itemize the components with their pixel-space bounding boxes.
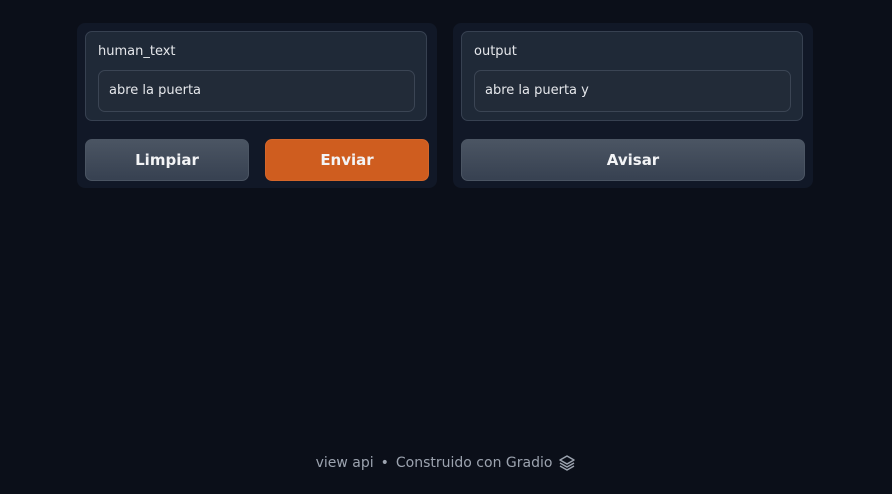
footer-separator: • <box>380 455 389 471</box>
built-with-gradio-link[interactable]: Construido con Gradio <box>396 455 553 471</box>
input-panel: human_text abre la puerta Limpiar Enviar <box>77 23 437 188</box>
output-textbox[interactable]: abre la puerta y <box>474 70 791 112</box>
footer: view api • Construido con Gradio <box>0 452 892 474</box>
submit-button[interactable]: Enviar <box>265 139 429 181</box>
human-text-label: human_text <box>98 44 176 59</box>
human-text-block: human_text abre la puerta <box>85 31 427 121</box>
output-block: output abre la puerta y <box>461 31 803 121</box>
flag-button[interactable]: Avisar <box>461 139 805 181</box>
output-label: output <box>474 44 517 59</box>
human-text-input[interactable]: abre la puerta <box>98 70 415 112</box>
output-panel: output abre la puerta y Avisar <box>453 23 813 188</box>
view-api-link[interactable]: view api <box>316 455 374 471</box>
gradio-logo-icon <box>558 454 576 472</box>
clear-button[interactable]: Limpiar <box>85 139 249 181</box>
